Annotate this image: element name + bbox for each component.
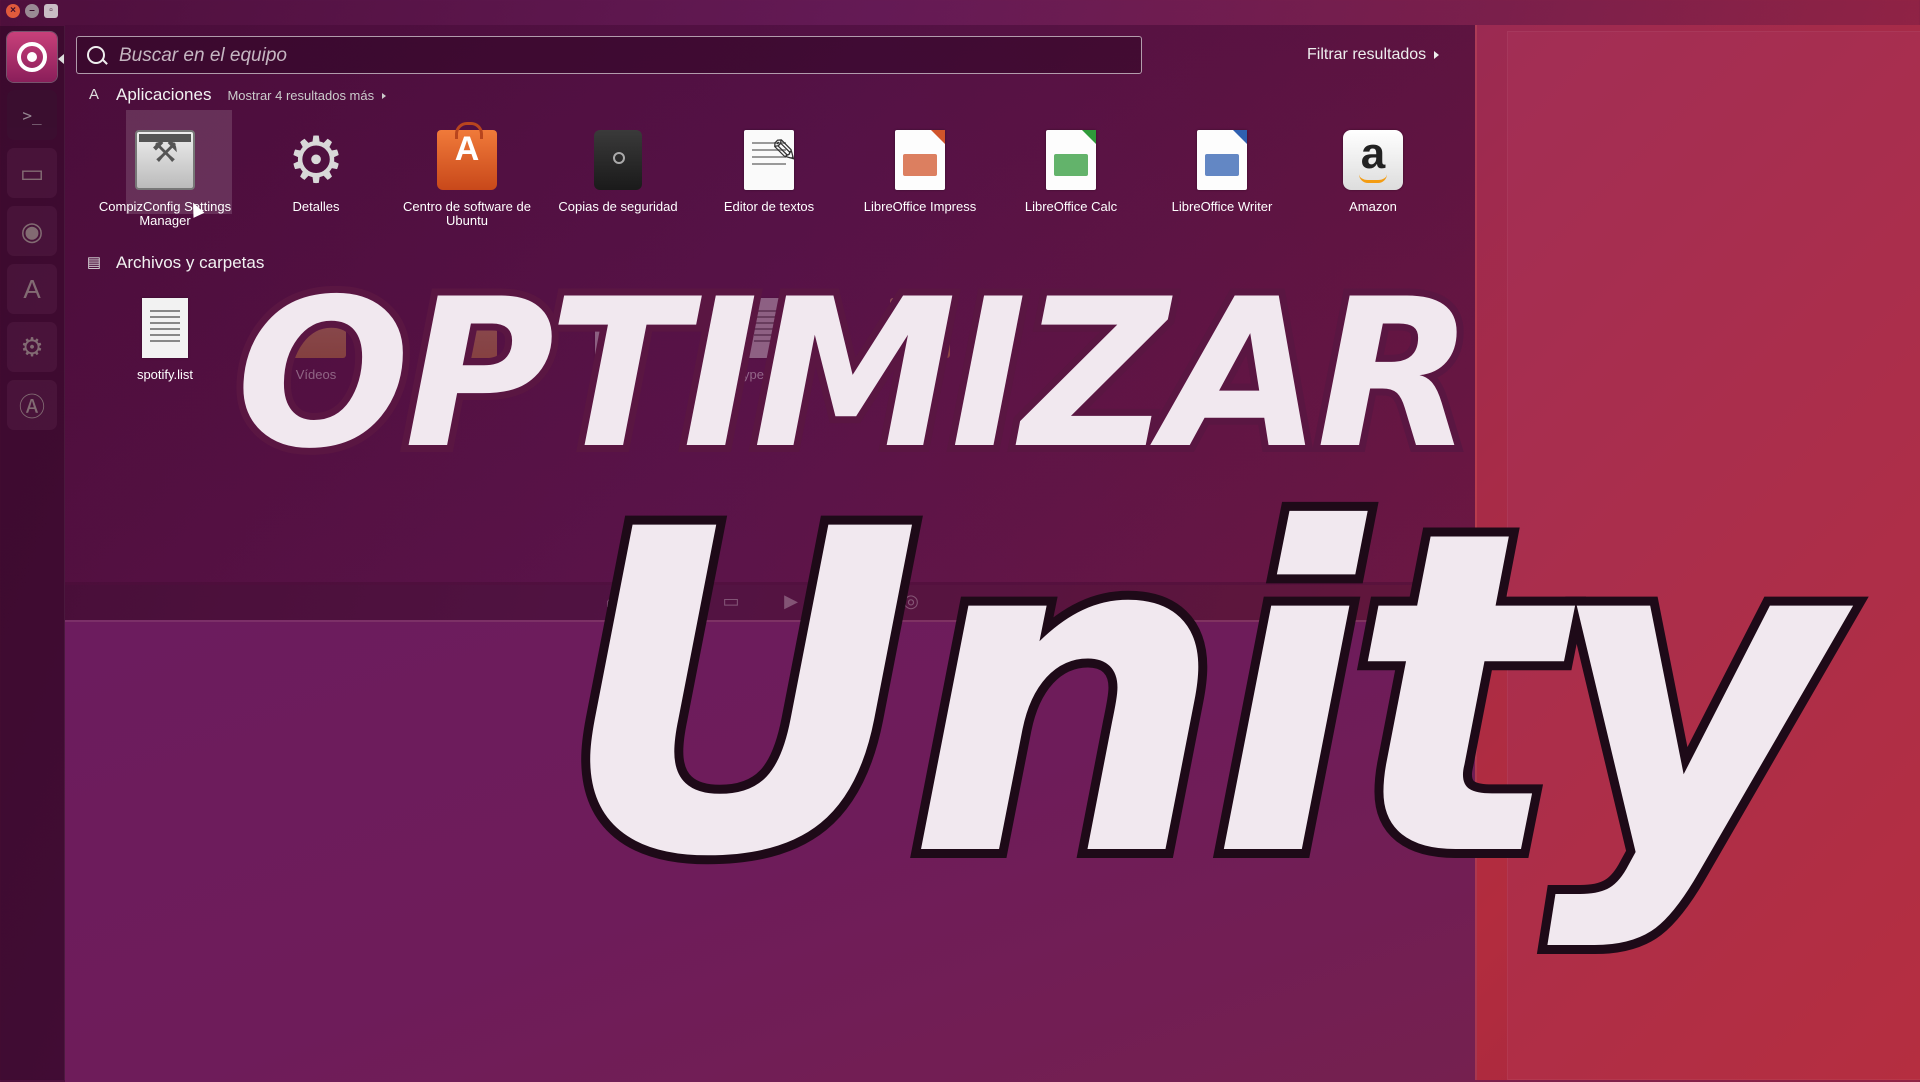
terminal-icon: >_	[22, 105, 42, 125]
filter-results-label: Filtrar resultados	[1307, 46, 1427, 63]
search-input[interactable]	[117, 37, 1121, 75]
app-libreoffice-calc[interactable]: LibreOffice Calc	[996, 130, 1146, 214]
overlay-title-unity: Unity	[551, 436, 1846, 954]
applications-heading: Aplicaciones	[116, 85, 212, 104]
launcher-updater[interactable]: Ⓐ	[7, 380, 57, 430]
amazon-icon	[1343, 130, 1403, 190]
launcher-terminal[interactable]: >_	[7, 90, 57, 140]
show-more-label: Mostrar 4 resultados más	[227, 87, 375, 103]
app-text-editor[interactable]: Editor de textos	[694, 130, 844, 214]
file-spotify-list[interactable]: spotify.list	[90, 298, 240, 382]
maximize-icon[interactable]: ▫	[44, 4, 58, 18]
file-label: spotify.list	[136, 367, 194, 382]
app-compizconfig[interactable]: CompizConfig Settings Manager	[90, 110, 240, 228]
launcher-browser[interactable]: ◉	[7, 206, 57, 256]
gear-icon: ⚙	[20, 331, 44, 362]
close-icon[interactable]: ×	[6, 4, 20, 18]
filter-results-button[interactable]: Filtrar resultados	[1307, 46, 1440, 64]
applications-category-icon: A	[88, 86, 99, 103]
app-backups[interactable]: Copias de seguridad	[543, 130, 693, 214]
applications-category: A Aplicaciones Mostrar 4 resultados más	[86, 85, 387, 105]
browser-icon: ◉	[20, 215, 44, 246]
launcher-files[interactable]: ▭	[7, 148, 57, 198]
triangle-right-icon	[1434, 50, 1440, 59]
app-label: LibreOffice Writer	[1171, 199, 1273, 214]
dash-home-button[interactable]	[7, 32, 57, 82]
app-software-center[interactable]: Centro de software de Ubuntu	[392, 122, 542, 228]
app-label: Centro de software de Ubuntu	[403, 199, 531, 228]
gear-icon: ⚙	[287, 124, 345, 196]
compizconfig-icon	[135, 130, 195, 190]
impress-icon	[895, 130, 945, 190]
writer-icon	[1197, 130, 1247, 190]
app-libreoffice-writer[interactable]: LibreOffice Writer	[1147, 130, 1297, 214]
search-box	[76, 36, 1142, 75]
file-category-icon: ▤	[86, 254, 102, 271]
app-detalles[interactable]: ⚙ Detalles	[241, 124, 391, 214]
launcher: >_ ▭ ◉ A ⚙ Ⓐ	[0, 26, 65, 1080]
app-label: Copias de seguridad	[558, 199, 678, 214]
window-controls: × – ▫	[6, 4, 58, 18]
app-amazon[interactable]: Amazon	[1298, 130, 1448, 214]
text-file-icon	[142, 298, 188, 358]
app-label: LibreOffice Calc	[1024, 199, 1118, 214]
launcher-active-arrow	[58, 54, 64, 64]
launcher-settings[interactable]: ⚙	[7, 322, 57, 372]
triangle-right-icon	[382, 93, 387, 100]
app-libreoffice-impress[interactable]: LibreOffice Impress	[845, 130, 995, 214]
launcher-software-center[interactable]: A	[7, 264, 57, 314]
search-icon	[87, 46, 105, 64]
text-editor-icon	[744, 130, 798, 190]
app-label: Amazon	[1349, 199, 1397, 214]
updater-icon: Ⓐ	[18, 391, 45, 422]
software-center-icon	[437, 122, 497, 190]
folder-icon: ▭	[19, 157, 45, 188]
calc-icon	[1046, 130, 1096, 190]
minimize-icon[interactable]: –	[25, 4, 39, 18]
show-more-results[interactable]: Mostrar 4 resultados más	[227, 87, 387, 103]
app-label: LibreOffice Impress	[863, 199, 977, 214]
app-label: Detalles	[292, 199, 340, 214]
safe-icon	[594, 130, 642, 190]
software-center-icon: A	[23, 273, 41, 304]
app-label: Editor de textos	[723, 199, 815, 214]
ubuntu-logo-icon	[17, 42, 47, 72]
